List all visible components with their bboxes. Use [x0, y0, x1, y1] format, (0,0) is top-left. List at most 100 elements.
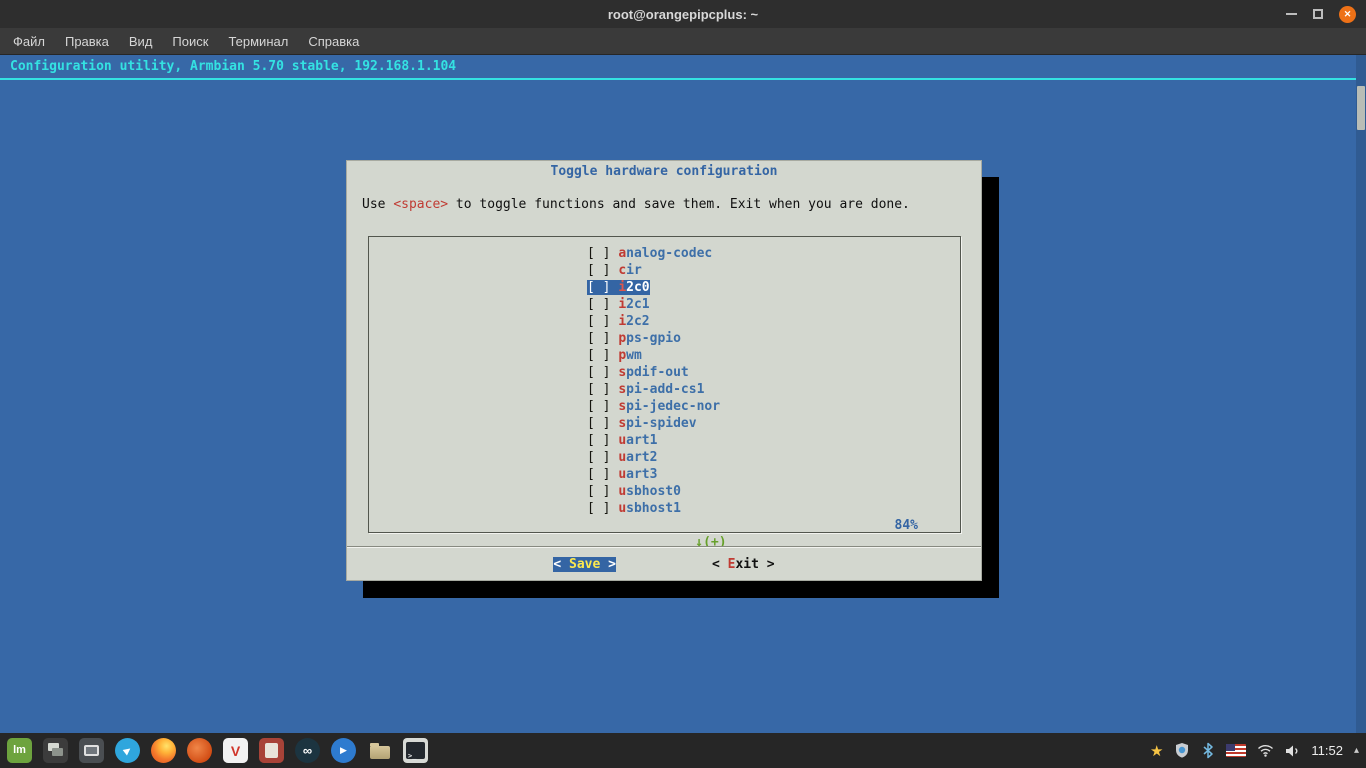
window-titlebar: root@orangepipcplus: ~ ✕: [0, 0, 1366, 28]
folder-tab-shape: [370, 743, 379, 746]
checklist-item-spi-jedec-nor[interactable]: [ ] spi-jedec-nor: [369, 398, 960, 415]
keyboard-layout-us-flag[interactable]: [1226, 744, 1246, 757]
terminal-launcher-icon[interactable]: >_: [403, 738, 428, 763]
vivaldi-icon[interactable]: V: [223, 738, 248, 763]
space-key-hint: <space>: [393, 197, 448, 212]
menu-edit[interactable]: Правка: [55, 29, 119, 54]
maximize-glyph: [1313, 9, 1323, 19]
dialog-instruction: Use <space> to toggle functions and save…: [362, 197, 910, 212]
blue-app-icon[interactable]: ▶: [331, 738, 356, 763]
checklist-item-spi-add-cs1[interactable]: [ ] spi-add-cs1: [369, 381, 960, 398]
checklist-item-uart3[interactable]: [ ] uart3: [369, 466, 960, 483]
checkbox: [ ]: [587, 297, 610, 312]
terminal-scrollbar[interactable]: [1356, 55, 1366, 733]
paper-plane-glyph: ▶: [122, 745, 133, 756]
scrollbar-thumb[interactable]: [1357, 86, 1365, 130]
checklist-item-i2c0[interactable]: [ ] i2c0: [369, 279, 960, 296]
checklist-item-i2c1[interactable]: [ ] i2c1: [369, 296, 960, 313]
system-tray: ★: [1150, 738, 1359, 763]
maximize-icon[interactable]: [1313, 9, 1323, 19]
terminal-screen-shape: >_: [406, 742, 425, 759]
checklist-item-spi-spidev[interactable]: [ ] spi-spidev: [369, 415, 960, 432]
bluetooth-icon[interactable]: [1201, 738, 1215, 763]
instruction-pre: Use: [362, 197, 393, 212]
checkbox: [ ]: [587, 246, 610, 261]
instruction-post: to toggle functions and save them. Exit …: [448, 197, 910, 212]
taskbar-launchers: lm ▶ V ∞ ▶ >_: [7, 738, 428, 763]
show-desktop-icon[interactable]: [43, 738, 68, 763]
checkbox: [ ]: [587, 416, 610, 431]
item-label: analog-codec: [618, 246, 712, 261]
item-label: uart1: [618, 433, 657, 448]
checkbox: [ ]: [587, 467, 610, 482]
checkbox: [ ]: [587, 450, 610, 465]
clock[interactable]: 11:52: [1311, 738, 1343, 763]
firefox-icon[interactable]: [151, 738, 176, 763]
tray-expand-icon[interactable]: ▴: [1354, 738, 1359, 763]
window-shape: [52, 748, 63, 756]
checklist-item-spdif-out[interactable]: [ ] spdif-out: [369, 364, 960, 381]
terminal-screen: Configuration utility, Armbian 5.70 stab…: [0, 55, 1366, 733]
arrow-glyph: ▶: [340, 746, 347, 755]
desktop: root@orangepipcplus: ~ ✕ Файл Правка Вид…: [0, 0, 1366, 768]
checkbox: [ ]: [587, 501, 610, 516]
minimize-icon[interactable]: [1286, 13, 1297, 15]
wifi-icon[interactable]: [1257, 738, 1274, 763]
file-manager-icon[interactable]: [367, 738, 392, 763]
checkbox: [ ]: [587, 399, 610, 414]
infinity-glyph: ∞: [303, 744, 312, 757]
checklist-item-pwm[interactable]: [ ] pwm: [369, 347, 960, 364]
red-app-icon[interactable]: [259, 738, 284, 763]
checklist-item-usbhost1[interactable]: [ ] usbhost1: [369, 500, 960, 517]
checklist-item-uart1[interactable]: [ ] uart1: [369, 432, 960, 449]
menu-terminal[interactable]: Терминал: [218, 29, 298, 54]
item-label: spi-spidev: [618, 416, 696, 431]
checkbox: [ ]: [587, 382, 610, 397]
mint-logo-icon: lm: [13, 745, 26, 756]
update-shield-icon[interactable]: [1174, 738, 1190, 763]
toggle-hardware-dialog: Toggle hardware configuration Use <space…: [346, 160, 982, 581]
close-icon[interactable]: ✕: [1339, 6, 1356, 23]
item-label: uart2: [618, 450, 657, 465]
checkbox: [ ]: [587, 263, 610, 278]
checklist-item-cir[interactable]: [ ] cir: [369, 262, 960, 279]
item-label: spi-jedec-nor: [618, 399, 720, 414]
item-label: pps-gpio: [618, 331, 681, 346]
window-title: root@orangepipcplus: ~: [608, 7, 758, 22]
window-list-icon[interactable]: [79, 738, 104, 763]
wifi-svg: [1257, 744, 1274, 757]
infinity-app-icon[interactable]: ∞: [295, 738, 320, 763]
dialog-title: Toggle hardware configuration: [347, 164, 981, 179]
checklist-item-usbhost0[interactable]: [ ] usbhost0: [369, 483, 960, 500]
button-separator: [347, 546, 981, 547]
menu-help[interactable]: Справка: [298, 29, 369, 54]
list-footer: ↓(+) 84%: [369, 517, 960, 534]
taskbar: lm ▶ V ∞ ▶ >_ ★: [0, 733, 1366, 768]
save-button[interactable]: < Save >: [553, 557, 616, 572]
telegram-icon[interactable]: ▶: [115, 738, 140, 763]
item-label: i2c2: [618, 314, 649, 329]
checklist-item-pps-gpio[interactable]: [ ] pps-gpio: [369, 330, 960, 347]
window-controls: ✕: [1286, 0, 1356, 28]
menu-view[interactable]: Вид: [119, 29, 163, 54]
favorites-star-icon[interactable]: ★: [1150, 738, 1163, 763]
menu-search[interactable]: Поиск: [162, 29, 218, 54]
minimize-glyph: [1286, 13, 1297, 15]
item-label: usbhost0: [618, 484, 681, 499]
header-divider: [0, 78, 1356, 80]
orange-app-icon[interactable]: [187, 738, 212, 763]
checklist-item-uart2[interactable]: [ ] uart2: [369, 449, 960, 466]
volume-icon[interactable]: [1285, 738, 1300, 763]
mint-menu-button[interactable]: lm: [7, 738, 32, 763]
item-label: i2c0: [618, 280, 649, 295]
speaker-svg: [1285, 744, 1300, 758]
checklist-item-analog-codec[interactable]: [ ] analog-codec: [369, 245, 960, 262]
item-label: pwm: [618, 348, 641, 363]
menu-file[interactable]: Файл: [3, 29, 55, 54]
scroll-more-indicator: ↓(+): [695, 535, 726, 550]
item-label: spdif-out: [618, 365, 688, 380]
exit-button[interactable]: < Exit >: [712, 557, 775, 572]
shield-svg: [1174, 742, 1190, 759]
checklist-item-i2c2[interactable]: [ ] i2c2: [369, 313, 960, 330]
star-glyph: ★: [1150, 742, 1163, 760]
